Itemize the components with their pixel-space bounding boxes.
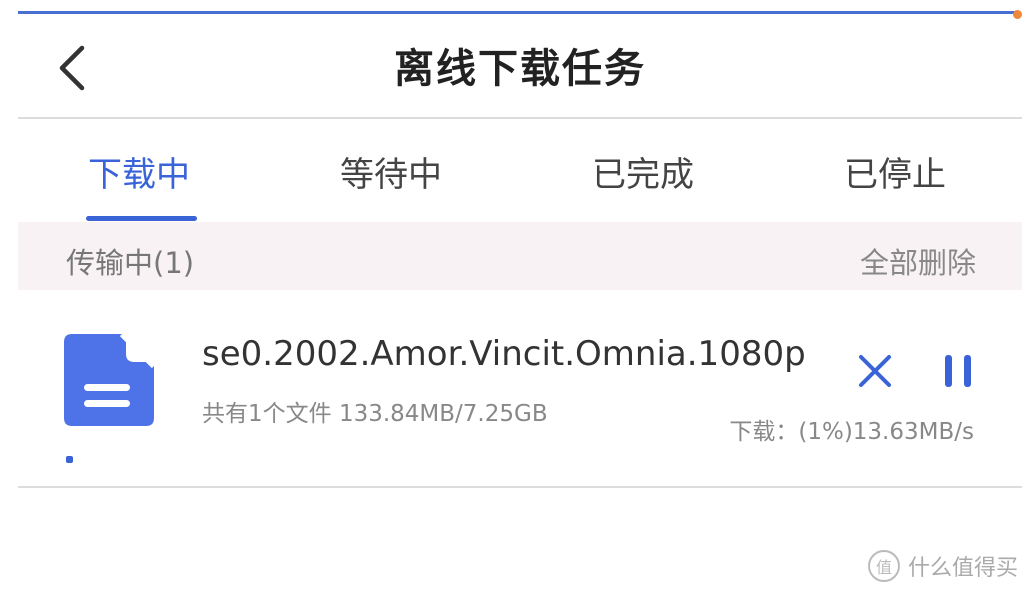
progress-indicator (66, 456, 73, 463)
file-name: se0.2002.Amor.Vincit.Omnia.1080p (202, 334, 806, 374)
page-title: 离线下载任务 (394, 46, 646, 92)
section-title: 传输中(1) (66, 246, 195, 280)
watermark-logo-icon: 值 (867, 550, 900, 582)
active-tab-indicator (86, 216, 197, 221)
tab-bar: 下载中 等待中 已完成 已停止 (18, 119, 1022, 222)
tab-completed[interactable]: 已完成 (592, 147, 694, 196)
pause-button[interactable] (940, 352, 978, 390)
section-header: 传输中(1) 全部删除 (18, 222, 1022, 290)
watermark-text: 什么值得买 (907, 556, 1018, 581)
header: 离线下载任务 (18, 14, 1022, 117)
download-speed: 下载：(1%)13.63MB/s (729, 419, 974, 445)
tab-stopped[interactable]: 已停止 (844, 147, 946, 196)
file-info: 共有1个文件 133.84MB/7.25GB (202, 401, 548, 427)
tab-waiting[interactable]: 等待中 (340, 147, 442, 196)
tab-downloading[interactable]: 下载中 (88, 147, 190, 196)
file-document-icon (64, 334, 154, 426)
download-task-item[interactable]: se0.2002.Amor.Vincit.Omnia.1080p 共有1个文件 … (18, 290, 1022, 486)
delete-all-button[interactable]: 全部删除 (860, 240, 976, 282)
task-divider (18, 486, 1022, 488)
cancel-button[interactable] (856, 352, 894, 390)
close-icon (859, 355, 891, 387)
pause-icon (945, 355, 971, 387)
watermark: 值 什么值得买 (867, 550, 1018, 582)
